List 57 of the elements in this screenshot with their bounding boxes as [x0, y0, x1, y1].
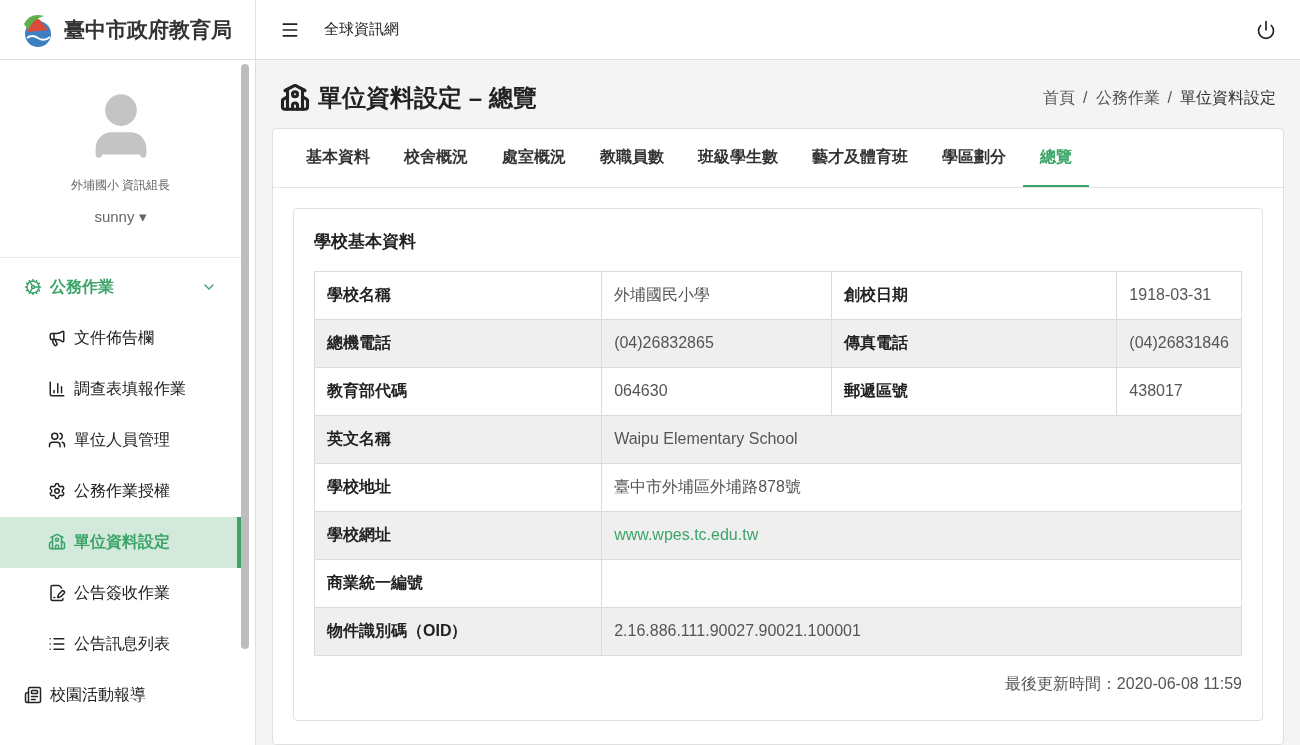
newspaper-icon: [24, 686, 42, 704]
tab[interactable]: 校舍概況: [387, 129, 485, 187]
field-value: (04)26831846: [1116, 319, 1242, 367]
field-value: 2.16.886.111.90027.90021.100001: [601, 607, 1242, 655]
field-label: 學校網址: [314, 511, 602, 559]
power-icon[interactable]: [1256, 19, 1276, 40]
field-value: (04)26832865: [601, 319, 832, 367]
scrollbar[interactable]: [241, 64, 249, 649]
building-icon: [48, 533, 66, 551]
field-value: 外埔國民小學: [601, 271, 832, 319]
breadcrumb-separator: /: [1167, 88, 1172, 108]
field-label: 英文名稱: [314, 415, 602, 463]
field-label: 總機電話: [314, 319, 602, 367]
sidebar-item[interactable]: 單位人員管理: [0, 414, 241, 466]
brand-title: 臺中市政府教育局: [64, 16, 232, 43]
gear-icon: [48, 482, 66, 500]
sidebar-item[interactable]: 調查表填報作業: [0, 363, 241, 415]
last-updated: 最後更新時間：2020-06-08 11:59: [1004, 673, 1242, 694]
tab[interactable]: 處室概況: [485, 129, 583, 187]
breadcrumb-link[interactable]: 首頁: [1043, 86, 1076, 110]
field-label: 學校名稱: [314, 271, 602, 319]
user-unit: 外埔國小 資訊組長: [70, 177, 171, 194]
tab[interactable]: 藝才及體育班: [795, 129, 925, 187]
sidebar-item[interactable]: 文件佈告欄: [0, 312, 241, 364]
field-label: 商業統一編號: [314, 559, 602, 607]
users-icon: [48, 431, 66, 449]
page-title: 單位資料設定 – 總覽: [318, 83, 537, 113]
field-label: 郵遞區號: [831, 367, 1117, 415]
gear-icon: [24, 278, 42, 296]
field-value: 064630: [601, 367, 832, 415]
field-value: 1918-03-31: [1116, 271, 1242, 319]
sidebar-item[interactable]: 公務作業授權: [0, 465, 241, 517]
list-icon: [48, 635, 66, 653]
field-label: 傳真電話: [831, 319, 1117, 367]
tab[interactable]: 教職員數: [583, 129, 681, 187]
sidebar-item[interactable]: 公告簽收作業: [0, 567, 241, 619]
building-icon: [280, 83, 310, 113]
document-pen-icon: [48, 584, 66, 602]
user-menu[interactable]: sunny ▾: [94, 206, 147, 229]
field-value: Waipu Elementary School: [601, 415, 1242, 463]
sidebar-item[interactable]: 校園活動報導: [0, 669, 241, 721]
tab[interactable]: 學區劃分: [925, 129, 1023, 187]
field-label: 學校地址: [314, 463, 602, 511]
section-title: 學校基本資料: [314, 231, 417, 253]
bar-chart-icon: [48, 380, 66, 398]
field-value: 臺中市外埔區外埔路878號: [601, 463, 1242, 511]
breadcrumb-current: 單位資料設定: [1180, 88, 1276, 108]
megaphone-icon: [48, 329, 66, 347]
field-label: 物件識別碼（OID）: [314, 607, 602, 655]
field-label: 教育部代碼: [314, 367, 602, 415]
field-label: 創校日期: [831, 271, 1117, 319]
sidebar-item[interactable]: 公告訊息列表: [0, 618, 241, 670]
breadcrumb-link[interactable]: 公務作業: [1095, 86, 1160, 110]
tab[interactable]: 班級學生數: [681, 129, 795, 187]
tab[interactable]: 基本資料: [289, 129, 387, 187]
breadcrumb-separator: /: [1083, 88, 1088, 108]
field-value: 438017: [1116, 367, 1242, 415]
